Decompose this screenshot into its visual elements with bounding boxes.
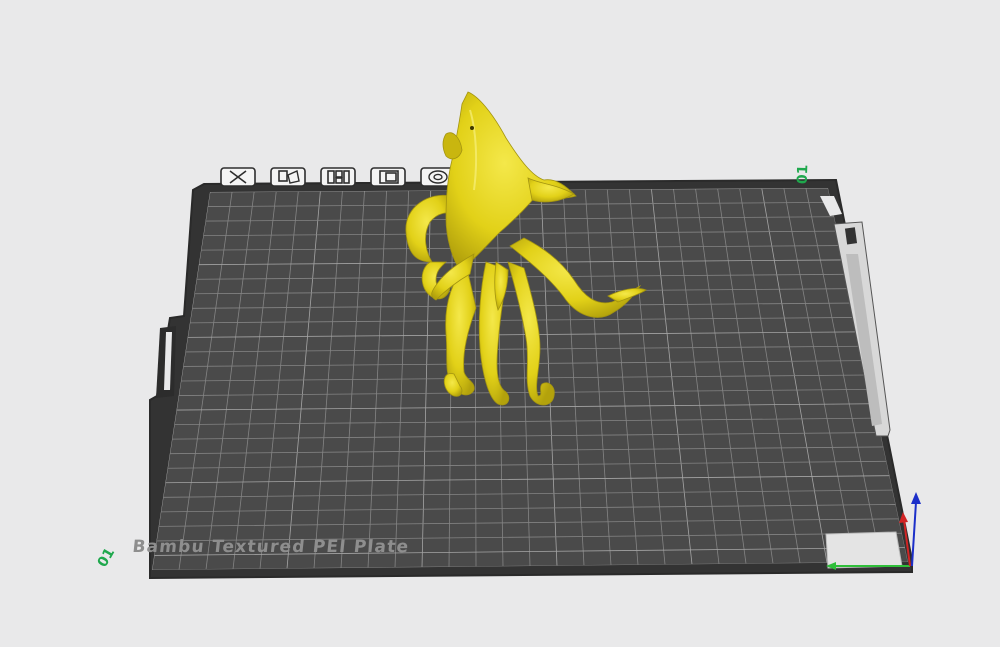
shark-eye	[470, 126, 474, 130]
auto-arrange-button[interactable]	[270, 167, 306, 187]
lock-plate-button[interactable]	[370, 167, 406, 187]
z-axis-arrow	[911, 492, 921, 504]
scene-canvas[interactable]: Bambu Textured PEI Plate 01 01	[0, 0, 1000, 647]
plate-name-label: Bambu Textured PEI Plate	[131, 537, 410, 557]
plate-sticker	[825, 531, 903, 569]
remove-plate-button[interactable]	[220, 167, 256, 187]
plate-index-label-back: 01	[795, 164, 812, 184]
orient-plate-button[interactable]	[320, 167, 356, 187]
3d-viewport[interactable]: Bambu Textured PEI Plate 01 01	[0, 0, 1000, 647]
grid-layout-icon	[327, 170, 350, 184]
plate-lock-icon	[379, 170, 399, 184]
z-axis-line	[911, 501, 917, 567]
plate-index-label-front: 01	[95, 545, 119, 570]
